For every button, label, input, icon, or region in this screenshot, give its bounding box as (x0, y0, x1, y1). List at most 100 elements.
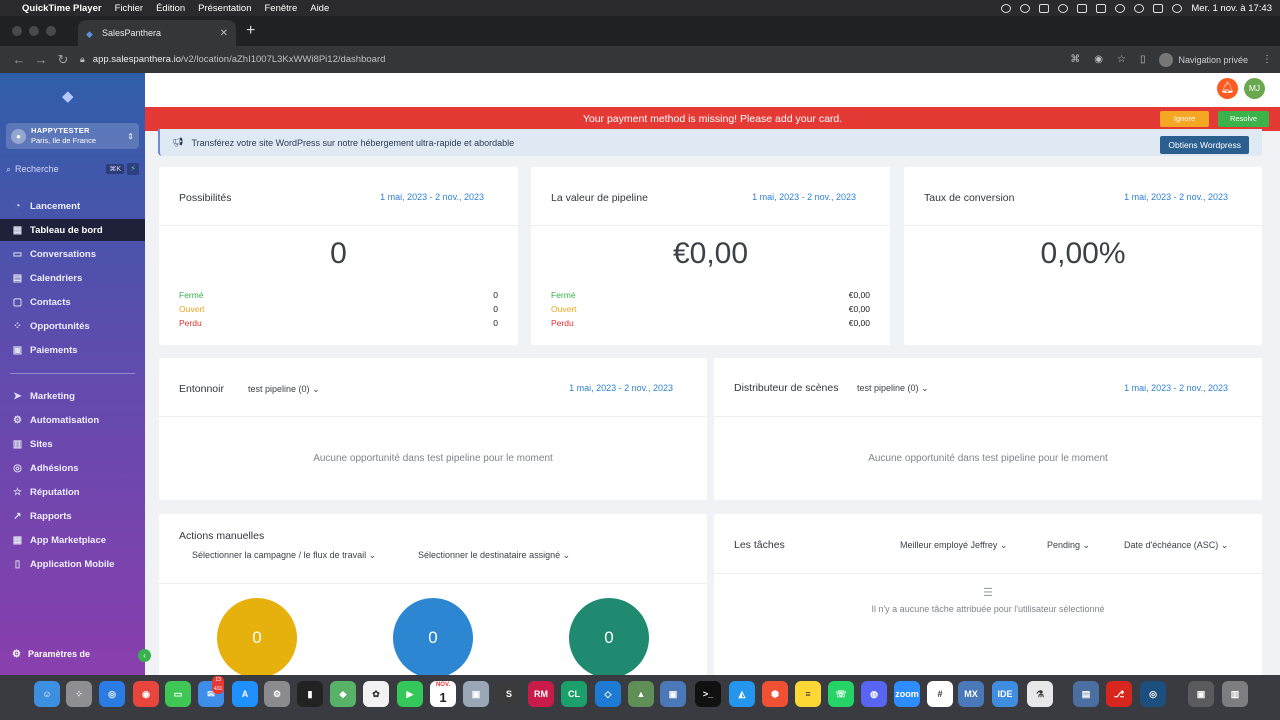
safari-dock-icon[interactable]: ◎ (99, 681, 125, 707)
sidebar-item-rapports[interactable]: ↗ Rapports (0, 505, 145, 527)
instruments-dock-icon[interactable]: ⚗ (1027, 681, 1053, 707)
maps-dock-icon[interactable]: ◆ (330, 681, 356, 707)
sidebar-item-conversations[interactable]: ▭ Conversations (0, 243, 145, 265)
manual-action-count-circle[interactable]: 0 (569, 598, 649, 675)
sidebar-item-contacts[interactable]: ▢ Contacts (0, 291, 145, 313)
menubar-clock[interactable]: Mer. 1 nov. à 17:43 (1191, 3, 1272, 14)
bookmark-star-icon[interactable]: ☆ (1117, 54, 1126, 65)
resolve-button[interactable]: Resolve (1218, 111, 1269, 127)
manual-action-count-circle[interactable]: 0 (217, 598, 297, 675)
menu-app-name[interactable]: QuickTime Player (22, 3, 102, 14)
moon-icon[interactable] (1058, 3, 1069, 13)
date-range-picker[interactable]: 1 mai, 2023 - 2 nov., 2023 (1124, 192, 1228, 202)
ignore-button[interactable]: Ignore (1160, 111, 1209, 127)
preview-dock-icon[interactable]: ▤ (1073, 681, 1099, 707)
slack-dock-icon[interactable]: # (927, 681, 953, 707)
trash-dock-icon[interactable]: ▥ (1222, 681, 1248, 707)
spotlight-icon[interactable] (1134, 3, 1145, 13)
app-store-dock-icon[interactable]: A (232, 681, 258, 707)
notes-dock-icon[interactable]: ≡ (795, 681, 821, 707)
acrobat-dock-icon[interactable]: ⎇ (1106, 681, 1132, 707)
sidebar-item-settings[interactable]: ⚙ Paramètres de (0, 645, 145, 663)
calendar-dock-icon[interactable]: NOV. 1 (430, 681, 456, 707)
new-tab-icon[interactable]: + (246, 22, 255, 40)
launchpad-dock-icon[interactable]: ⁘ (66, 681, 92, 707)
task-status-filter[interactable]: Pending ⌄ (1047, 540, 1090, 551)
menu-presentation[interactable]: Présentation (198, 3, 251, 14)
campaign-select[interactable]: Sélectionner la campagne / le flux de tr… (192, 550, 376, 561)
quicktime-dock-icon[interactable]: ◎ (1140, 681, 1166, 707)
get-wordpress-button[interactable]: Obtiens Wordpress (1160, 135, 1249, 154)
sidebar-item-lancement[interactable]: ◔ Lancement (0, 195, 145, 217)
ide-app-dock-icon[interactable]: IDE (992, 681, 1018, 707)
virtualbox-dock-icon[interactable]: ▣ (660, 681, 686, 707)
sidebar-collapse-button[interactable]: ‹ (138, 649, 151, 662)
vpn-icon[interactable] (1020, 3, 1031, 13)
finder-dock-icon[interactable]: ☺ (34, 681, 60, 707)
rubymine-dock-icon[interactable]: RM (528, 681, 554, 707)
address-bar[interactable]: 🔒︎ app.salespanthera.io /v2/location/aZh… (80, 54, 385, 65)
sidebar-item-calendriers[interactable]: ▤ Calendriers (0, 267, 145, 289)
date-range-picker[interactable]: 1 mai, 2023 - 2 nov., 2023 (569, 383, 673, 393)
sidebar-panel-icon[interactable]: ▯ (1140, 54, 1146, 65)
messages-dock-icon[interactable]: ▭ (165, 681, 191, 707)
screenshot-dock-icon[interactable]: ▣ (1188, 681, 1214, 707)
sidebar-item-adh-sions[interactable]: ◎ Adhésions (0, 457, 145, 479)
task-user-filter[interactable]: Meilleur employé Jeffrey ⌄ (900, 540, 1007, 551)
date-range-picker[interactable]: 1 mai, 2023 - 2 nov., 2023 (380, 192, 484, 202)
terminal-dock-icon[interactable]: >_ (695, 681, 721, 707)
menu-fenetre[interactable]: Fenêtre (264, 3, 297, 14)
maximize-window-button[interactable] (46, 26, 56, 36)
git-tool-dock-icon[interactable]: ⬢ (762, 681, 788, 707)
wifi-icon[interactable] (1115, 3, 1126, 13)
translate-icon[interactable]: ⌘ (1070, 54, 1080, 65)
eye-icon[interactable]: ◉ (1094, 54, 1103, 65)
facetime-dock-icon[interactable]: ▶ (397, 681, 423, 707)
clion-dock-icon[interactable]: CL (561, 681, 587, 707)
zoom-dock-icon[interactable]: zoom (894, 681, 920, 707)
keychain-dock-icon[interactable]: ▣ (463, 681, 489, 707)
sublime-dock-icon[interactable]: S (496, 681, 522, 707)
sidebar-item-app-marketplace[interactable]: ▦ App Marketplace (0, 529, 145, 551)
sidebar-search[interactable]: ⌕ Recherche ⌘K ⚡︎ (6, 161, 139, 177)
assignee-select[interactable]: Sélectionner le destinataire assigné ⌄ (418, 550, 570, 561)
account-switcher[interactable]: ● HAPPYTESTER Paris, Ile de France ⇕ (6, 123, 139, 149)
mx-app-dock-icon[interactable]: MX (958, 681, 984, 707)
system-settings-dock-icon[interactable]: ⚙ (264, 681, 290, 707)
bluetooth-icon[interactable] (1077, 3, 1088, 13)
whatsapp-dock-icon[interactable]: ☏ (828, 681, 854, 707)
android-studio-dock-icon[interactable]: ▲ (628, 681, 654, 707)
user-avatar[interactable]: MJ (1244, 78, 1265, 99)
back-icon[interactable]: ← (8, 52, 30, 67)
private-mode-indicator[interactable]: Navigation privée (1159, 52, 1248, 67)
sidebar-item-application-mobile[interactable]: ▯ Application Mobile (0, 553, 145, 575)
close-tab-icon[interactable]: ✕ (220, 28, 228, 39)
menu-aide[interactable]: Aide (310, 3, 329, 14)
forward-icon[interactable]: → (30, 52, 52, 67)
sidebar-item-marketing[interactable]: ➤ Marketing (0, 385, 145, 407)
record-icon[interactable] (1001, 3, 1012, 13)
task-sort-filter[interactable]: Date d'échéance (ASC) ⌄ (1124, 540, 1228, 551)
stages-pipeline-select[interactable]: test pipeline (0) ⌄ (857, 383, 929, 394)
chrome-dock-icon[interactable]: ◉ (133, 681, 159, 707)
notification-bell-icon[interactable]: 🔔︎ (1217, 78, 1238, 99)
date-range-picker[interactable]: 1 mai, 2023 - 2 nov., 2023 (1124, 383, 1228, 393)
sidebar-item-opportunit-s[interactable]: ⁘ Opportunités (0, 315, 145, 337)
sidebar-item-r-putation[interactable]: ☆ Réputation (0, 481, 145, 503)
photos-dock-icon[interactable]: ✿ (363, 681, 389, 707)
quick-action-bolt-icon[interactable]: ⚡︎ (127, 163, 139, 175)
funnel-pipeline-select[interactable]: test pipeline (0) ⌄ (248, 384, 320, 395)
docker-dock-icon[interactable]: ◭ (729, 681, 755, 707)
minimize-window-button[interactable] (29, 26, 39, 36)
sidebar-item-automatisation[interactable]: ⚙ Automatisation (0, 409, 145, 431)
browser-tab[interactable]: ◆ SalesPanthera ✕ (78, 20, 236, 46)
manual-action-count-circle[interactable]: 0 (393, 598, 473, 675)
sidebar-item-tableau-de-bord[interactable]: ▦ Tableau de bord (0, 219, 145, 241)
sidebar-item-sites[interactable]: ▥ Sites (0, 433, 145, 455)
discord-dock-icon[interactable]: ◍ (861, 681, 887, 707)
browser-menu-icon[interactable]: ⋮ (1262, 54, 1272, 65)
date-range-picker[interactable]: 1 mai, 2023 - 2 nov., 2023 (752, 192, 856, 202)
dropbox-icon[interactable] (1039, 3, 1050, 13)
menu-fichier[interactable]: Fichier (115, 3, 144, 14)
battery-icon[interactable] (1096, 3, 1107, 13)
